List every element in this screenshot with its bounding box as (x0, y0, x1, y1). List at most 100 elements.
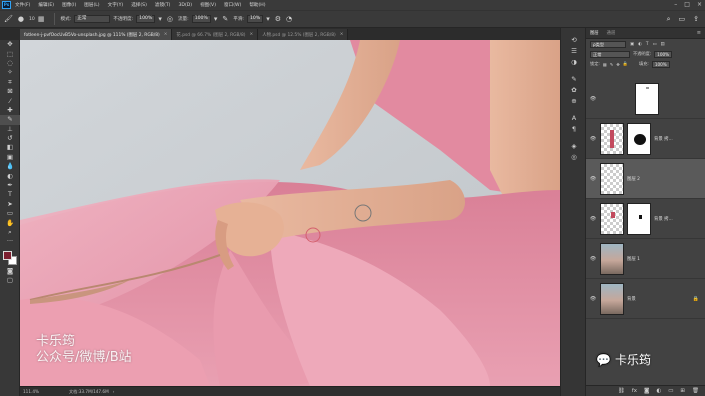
character-icon[interactable]: A (561, 112, 587, 123)
minimize-icon[interactable]: – (674, 1, 677, 8)
hand-tool-icon[interactable]: ✋ (0, 218, 20, 227)
layer-row[interactable]: 👁 背景 拷... (586, 119, 705, 159)
menu-type[interactable]: 文字(Y) (108, 2, 124, 8)
document-canvas[interactable]: 卡乐筠 公众号/微博/B站 (20, 40, 560, 386)
path-select-tool-icon[interactable]: ➤ (0, 200, 20, 209)
quick-mask-icon[interactable]: ◙ (0, 267, 20, 276)
chevron-down-icon[interactable]: ▾ (158, 15, 162, 23)
layer-kind-filter[interactable]: ρ类型 (590, 40, 626, 48)
layer-mask-thumbnail[interactable] (627, 122, 651, 155)
eye-icon[interactable]: 👁 (586, 176, 600, 182)
menu-select[interactable]: 选择(S) (131, 2, 147, 8)
more-tools-icon[interactable]: ··· (0, 237, 20, 246)
lock-all-icon[interactable]: 🔒 (623, 61, 628, 67)
airbrush-icon[interactable]: ✎ (222, 15, 228, 23)
menu-layer[interactable]: 图层(L) (84, 2, 99, 8)
brush-settings-icon[interactable]: ✎ (561, 73, 587, 84)
opacity-field[interactable]: 100% (136, 15, 156, 23)
brush-preset-icon[interactable]: ● (18, 15, 24, 23)
paragraph-icon[interactable]: ¶ (561, 123, 587, 134)
gear-icon[interactable]: ⚙ (275, 15, 281, 23)
chevron-down-icon[interactable]: ▾ (266, 15, 270, 23)
close-icon[interactable]: × (164, 32, 168, 37)
tab-layers[interactable]: 图层 (590, 30, 599, 36)
lock-position-icon[interactable]: ✥ (616, 62, 620, 67)
history-brush-icon[interactable]: ↺ (0, 134, 20, 143)
eye-icon[interactable]: 👁 (586, 216, 600, 222)
history-icon[interactable]: ⟲ (561, 34, 587, 45)
new-group-icon[interactable]: ▭ (668, 388, 673, 394)
blur-tool-icon[interactable]: 💧 (0, 162, 20, 171)
document-tab[interactable]: 人物.psd @ 12.5% (图层 2, RGB/8) × (258, 29, 349, 40)
trash-icon[interactable]: 🗑 (692, 388, 699, 394)
blend-mode-select[interactable]: 正常 (590, 50, 630, 58)
search-icon[interactable]: ⌕ (667, 15, 671, 24)
properties-icon[interactable]: ☰ (561, 45, 587, 56)
clone-source-icon[interactable]: ⊕ (561, 95, 587, 106)
layer-row[interactable]: 👁 (586, 79, 705, 119)
layer-opacity-field[interactable]: 100% (654, 50, 673, 58)
quick-select-tool-icon[interactable]: ✧ (0, 68, 20, 77)
layer-style-icon[interactable]: fx (632, 388, 637, 394)
layer-mask-thumbnail[interactable] (627, 202, 651, 235)
layers-dock-icon[interactable]: ◈ (561, 140, 587, 151)
lock-pixels-icon[interactable]: ▦ (603, 62, 607, 67)
layer-row[interactable]: 👁 图层 1 (586, 239, 705, 279)
filter-shape-icon[interactable]: ▭ (652, 42, 656, 47)
dodge-tool-icon[interactable]: ◐ (0, 171, 20, 180)
eye-icon[interactable]: 👁 (586, 136, 600, 142)
healing-tool-icon[interactable]: ✚ (0, 106, 20, 115)
brush-tool-icon[interactable]: ✎ (0, 115, 20, 125)
menu-image[interactable]: 图像(I) (62, 2, 76, 8)
layer-row[interactable]: 👁 背景 🔒 (586, 279, 705, 319)
menu-help[interactable]: 帮助(H) (249, 2, 265, 8)
pressure-opacity-icon[interactable]: ◎ (167, 15, 173, 23)
menu-filter[interactable]: 滤镜(T) (155, 2, 171, 8)
lock-paint-icon[interactable]: ✎ (610, 62, 614, 67)
eye-icon[interactable]: 👁 (586, 296, 600, 302)
pressure-size-icon[interactable]: ◔ (286, 15, 292, 23)
menu-view[interactable]: 视图(V) (200, 2, 216, 8)
menu-edit[interactable]: 编辑(E) (38, 2, 54, 8)
layer-row[interactable]: 👁 背景 拷... (586, 199, 705, 239)
close-icon[interactable]: × (697, 1, 702, 8)
layer-fill-field[interactable]: 100% (651, 60, 670, 68)
eye-icon[interactable]: 👁 (586, 256, 600, 262)
crop-tool-icon[interactable]: ⌗ (0, 78, 20, 87)
panel-menu-icon[interactable]: ≡ (697, 30, 701, 36)
brushes-icon[interactable]: ✿ (561, 84, 587, 95)
maximize-icon[interactable]: □ (684, 1, 690, 8)
close-icon[interactable]: × (250, 32, 254, 37)
pen-tool-icon[interactable]: ✒ (0, 181, 20, 190)
link-layers-icon[interactable]: ⛓ (618, 388, 625, 394)
document-size[interactable]: 文档:33.7M/147.6M (69, 389, 109, 395)
zoom-level[interactable]: 111.4% (23, 389, 39, 394)
mode-select[interactable]: 正常 (74, 15, 111, 23)
frame-tool-icon[interactable]: ⊠ (0, 87, 20, 96)
flow-field[interactable]: 100% (191, 15, 211, 23)
move-tool-icon[interactable]: ✥ (0, 40, 20, 49)
lasso-tool-icon[interactable]: ◌ (0, 59, 20, 68)
add-mask-icon[interactable]: ◙ (644, 388, 649, 394)
brush-tool-icon[interactable]: 🖌 (4, 15, 13, 23)
document-tab-active[interactable]: fotleen-j-pvfOocUvB5Vo-unsplash.jpg @ 11… (20, 29, 173, 40)
chevron-right-icon[interactable]: › (113, 389, 115, 394)
layer-row-selected[interactable]: 👁 图层 2 (586, 159, 705, 199)
stamp-tool-icon[interactable]: ⊥ (0, 125, 20, 134)
eraser-tool-icon[interactable]: ◧ (0, 143, 20, 152)
marquee-tool-icon[interactable]: ⬚ (0, 49, 20, 58)
gradient-tool-icon[interactable]: ▣ (0, 153, 20, 162)
new-layer-icon[interactable]: ⊞ (680, 388, 685, 394)
brush-panel-icon[interactable]: ▦ (38, 15, 45, 23)
foreground-color-swatch[interactable] (3, 250, 12, 260)
rectangle-tool-icon[interactable]: ▭ (0, 209, 20, 218)
menu-3d[interactable]: 3D(D) (178, 3, 192, 8)
screen-mode-icon[interactable]: ▢ (0, 276, 20, 285)
adjustment-layer-icon[interactable]: ◐ (656, 388, 661, 394)
chevron-down-icon[interactable]: ▾ (214, 15, 218, 23)
tab-channels[interactable]: 通道 (607, 30, 616, 36)
menu-file[interactable]: 文件(F) (15, 2, 30, 8)
smoothing-field[interactable]: 10% (246, 15, 264, 23)
filter-pixel-icon[interactable]: ▣ (630, 42, 634, 47)
share-icon[interactable]: ⇪ (693, 15, 699, 24)
